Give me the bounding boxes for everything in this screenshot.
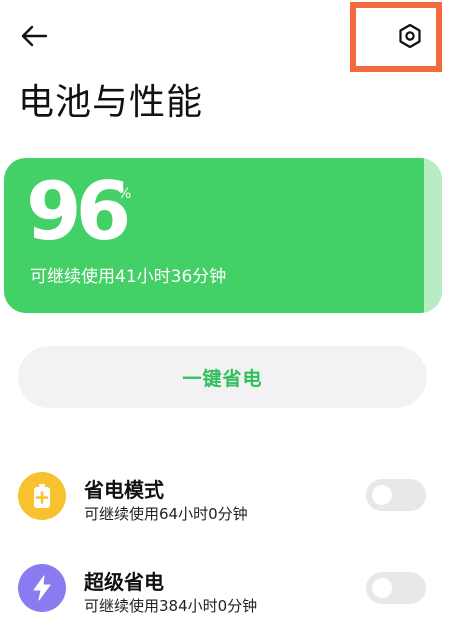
battery-card-edge — [424, 158, 442, 313]
battery-percent: 96 — [26, 165, 131, 258]
super-power-saving-icon-badge — [18, 564, 66, 612]
super-power-saving-row[interactable]: 超级省电 可继续使用384小时0分钟 — [0, 562, 455, 632]
power-saving-mode-row[interactable]: 省电模式 可继续使用64小时0分钟 — [0, 470, 455, 540]
super-power-saving-toggle[interactable] — [366, 572, 426, 604]
power-saving-mode-title: 省电模式 — [84, 478, 164, 502]
hexagon-settings-icon — [399, 23, 421, 49]
toggle-knob — [372, 485, 392, 505]
page-title: 电池与性能 — [18, 82, 204, 123]
settings-button[interactable] — [390, 20, 430, 52]
percent-sign: % — [118, 186, 132, 202]
super-power-saving-subtitle: 可继续使用384小时0分钟 — [84, 597, 258, 615]
arrow-left-icon — [21, 25, 48, 47]
power-saving-mode-toggle[interactable] — [366, 479, 426, 511]
back-button[interactable] — [14, 18, 54, 54]
one-key-save-button[interactable]: 一键省电 — [18, 346, 427, 408]
power-saving-mode-icon-badge — [18, 472, 66, 520]
power-saving-mode-subtitle: 可继续使用64小时0分钟 — [84, 505, 248, 523]
lightning-icon — [33, 575, 51, 601]
toggle-knob — [372, 578, 392, 598]
top-bar — [0, 0, 455, 80]
remaining-time: 可继续使用41小时36分钟 — [30, 267, 227, 287]
battery-plus-icon — [34, 484, 50, 508]
super-power-saving-title: 超级省电 — [84, 570, 164, 594]
